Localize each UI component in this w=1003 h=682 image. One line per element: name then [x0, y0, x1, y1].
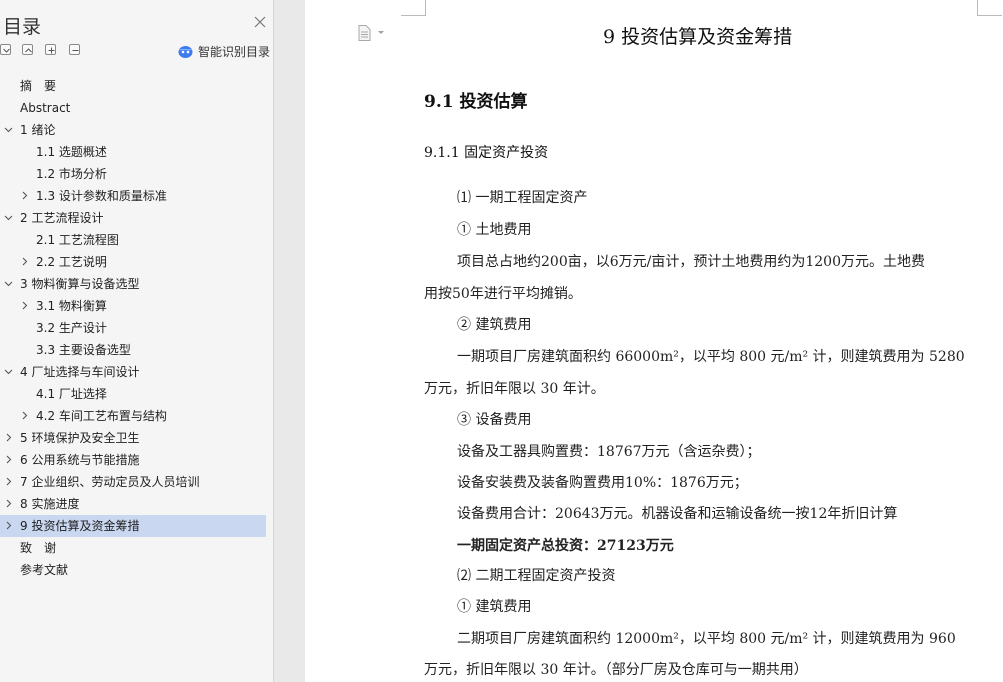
paragraph-line: 一期固定资产总投资：27123万元 [457, 538, 674, 554]
paragraph-line: ① 建筑费用 [457, 599, 532, 615]
toc-item[interactable]: 4.2 车间工艺布置与结构 [0, 405, 274, 427]
chapter-heading: 9 投资估算及资金筹措 [603, 26, 793, 48]
chevron-right-icon[interactable] [20, 257, 29, 266]
chevron-right-icon[interactable] [4, 433, 13, 442]
chevron-down-icon[interactable] [4, 125, 13, 134]
toc-item-label: 5 环境保护及安全卫生 [20, 431, 140, 445]
toc-item[interactable]: 1.3 设计参数和质量标准 [0, 185, 274, 207]
toc-title: 目录 [3, 16, 42, 38]
paragraph-line: ① 土地费用 [457, 222, 532, 238]
toc-item[interactable]: 8 实施进度 [0, 493, 274, 515]
document-page[interactable]: 9 投资估算及资金筹措 9.1 投资估算 9.1.1 固定资产投资 ⑴ 一期工程… [305, 0, 1003, 682]
toc-item-label: 致 谢 [20, 541, 57, 555]
toc-item-label: 4 厂址选择与车间设计 [20, 365, 140, 379]
chevron-down-icon[interactable] [4, 213, 13, 222]
chevron-down-icon[interactable] [4, 367, 13, 376]
close-icon[interactable] [252, 14, 268, 30]
paragraph-line: 设备安装费及装备购置费用10%：1876万元； [457, 475, 748, 491]
toc-item-label: 4.2 车间工艺布置与结构 [36, 409, 167, 423]
toc-item-label: 8 实施进度 [20, 497, 80, 511]
toc-item[interactable]: 7 企业组织、劳动定员及人员培训 [0, 471, 274, 493]
toc-item[interactable]: 3.1 物料衡算 [0, 295, 274, 317]
toc-item-label: 1.1 选题概述 [36, 145, 107, 159]
document-icon[interactable] [358, 25, 388, 41]
toc-item[interactable]: 2.2 工艺说明 [0, 251, 274, 273]
toc-item-label: 2 工艺流程设计 [20, 211, 104, 225]
toc-item[interactable]: 1.1 选题概述 [0, 141, 274, 163]
paragraph-line: 一期项目厂房建筑面积约 66000m²，以平均 800 元/m² 计，则建筑费用… [457, 349, 965, 365]
paragraph-line: 用按50年进行平均摊销。 [424, 286, 582, 302]
toc-item[interactable]: 9 投资估算及资金筹措 [0, 515, 266, 537]
toc-list: 摘 要 Abstract 1 绪论 1.1 选题概述 1.2 市场分析 1.3 设计参数和… [0, 75, 274, 581]
toc-item-label: 1.2 市场分析 [36, 167, 107, 181]
toc-item[interactable]: 1.2 市场分析 [0, 163, 274, 185]
chevron-right-icon[interactable] [4, 455, 13, 464]
toc-item-label: 6 公用系统与节能措施 [20, 453, 140, 467]
paragraph-line: 设备费用合计：20643万元。机器设备和运输设备统一按12年折旧计算 [457, 506, 898, 522]
toc-item[interactable]: 3.2 生产设计 [0, 317, 274, 339]
paragraph-line: 设备及工器具购置费：18767万元（含运杂费）； [457, 444, 761, 460]
chevron-right-icon[interactable] [4, 521, 13, 530]
chevron-right-icon[interactable] [20, 191, 29, 200]
toc-item-label: 9 投资估算及资金筹措 [20, 519, 140, 533]
toc-item[interactable]: 1 绪论 [0, 119, 274, 141]
toc-toolbar: 智能识别目录 [0, 40, 274, 62]
remove-heading-icon[interactable] [69, 44, 80, 55]
toc-item-label: 2.2 工艺说明 [36, 255, 107, 269]
toc-item-label: 1 绪论 [20, 123, 56, 137]
toc-item[interactable]: 参考文献 [0, 559, 274, 581]
paragraph-line: 项目总占地约200亩，以6万元/亩计，预计土地费用约为1200万元。土地费 [457, 254, 925, 270]
chevron-right-icon[interactable] [20, 411, 29, 420]
toc-item[interactable]: 2 工艺流程设计 [0, 207, 274, 229]
paragraph-line: ③ 设备费用 [457, 412, 532, 428]
paragraph-line: ⑴ 一期工程固定资产 [457, 190, 588, 206]
toc-item-label: 参考文献 [20, 563, 69, 577]
toc-item-label: 3.1 物料衡算 [36, 299, 107, 313]
toc-item[interactable]: 致 谢 [0, 537, 274, 559]
toc-item[interactable]: 2.1 工艺流程图 [0, 229, 274, 251]
crop-mark-left [401, 0, 426, 16]
paragraph-line: 万元，折旧年限以 30 年计。 [424, 381, 605, 397]
toc-sidebar: 目录 智能识别目录 摘 要Abstract1 绪论1.1 选题概述1.2 [0, 0, 274, 682]
toc-item[interactable]: 3 物料衡算与设备选型 [0, 273, 274, 295]
chevron-right-icon[interactable] [4, 477, 13, 486]
toc-item[interactable]: Abstract [0, 97, 274, 119]
toc-item[interactable]: 5 环境保护及安全卫生 [0, 427, 274, 449]
paragraph-line: ⑵ 二期工程固定资产投资 [457, 568, 616, 584]
chevron-right-icon[interactable] [4, 499, 13, 508]
crop-mark-right [977, 0, 1002, 16]
toc-item[interactable]: 4 厂址选择与车间设计 [0, 361, 274, 383]
toc-item[interactable]: 6 公用系统与节能措施 [0, 449, 274, 471]
toc-item-label: 3.3 主要设备选型 [36, 343, 131, 357]
toc-item-label: 2.1 工艺流程图 [36, 233, 119, 247]
toc-item-label: 3.2 生产设计 [36, 321, 107, 335]
paragraph-line: 万元，折旧年限以 30 年计。（部分厂房及仓库可与一期共用） [424, 662, 808, 678]
add-heading-icon[interactable] [45, 44, 56, 55]
smart-toc-label: 智能识别目录 [198, 44, 271, 59]
subsection-heading: 9.1.1 固定资产投资 [424, 145, 549, 161]
toc-item-label: 1.3 设计参数和质量标准 [36, 189, 167, 203]
paragraph-line: 二期项目厂房建筑面积约 12000m²，以平均 800 元/m² 计，则建筑费用… [457, 631, 956, 647]
paragraph-line: ② 建筑费用 [457, 317, 532, 333]
toc-item-label: 摘 要 [20, 79, 57, 93]
smart-toc-button[interactable]: 智能识别目录 [178, 42, 270, 60]
collapse-all-icon[interactable] [22, 44, 33, 55]
toc-item-label: Abstract [20, 101, 71, 115]
section-heading: 9.1 投资估算 [424, 92, 528, 112]
expand-all-icon[interactable] [0, 44, 11, 55]
chevron-right-icon[interactable] [20, 301, 29, 310]
toc-item-label: 4.1 厂址选择 [36, 387, 107, 401]
toc-item-label: 3 物料衡算与设备选型 [20, 277, 140, 291]
toc-item-label: 7 企业组织、劳动定员及人员培训 [20, 475, 200, 489]
chevron-down-icon[interactable] [4, 279, 13, 288]
toc-item[interactable]: 摘 要 [0, 75, 274, 97]
toc-item[interactable]: 4.1 厂址选择 [0, 383, 274, 405]
toc-header: 目录 [0, 0, 274, 40]
toc-item[interactable]: 3.3 主要设备选型 [0, 339, 274, 361]
ai-toc-icon [178, 45, 193, 58]
